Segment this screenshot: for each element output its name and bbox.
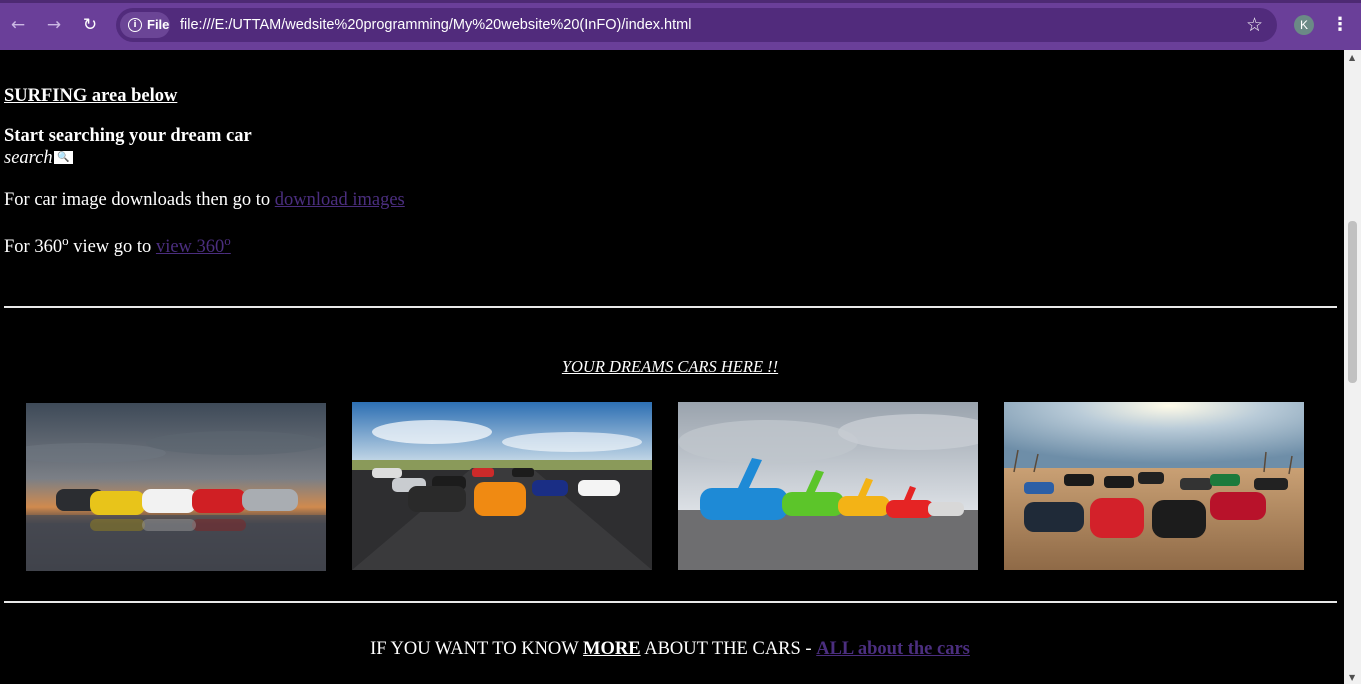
browser-toolbar: ← → ↻ i File file:///E:/UTTAM/wedsite%20p… — [0, 0, 1361, 50]
site-info-chip[interactable]: i File — [120, 12, 170, 38]
more-prefix: IF YOU WANT TO KNOW — [370, 639, 584, 659]
address-bar[interactable]: i File file:///E:/UTTAM/wedsite%20program… — [116, 8, 1277, 42]
download-line: For car image downloads then go to downl… — [4, 190, 405, 211]
vertical-scrollbar[interactable]: ▲ ▼ — [1344, 50, 1361, 684]
view360-line: For 360 o view go to view 360o — [4, 233, 231, 258]
info-icon: i — [128, 17, 142, 32]
divider-top — [4, 306, 1337, 308]
tab-strip-edge — [0, 0, 1361, 3]
scrollbar-thumb[interactable] — [1348, 221, 1357, 383]
scroll-up-arrow-icon[interactable]: ▲ — [1349, 53, 1355, 62]
view-360-link[interactable]: view 360o — [155, 233, 231, 258]
search-icon[interactable]: 🔍 — [54, 151, 73, 164]
all-about-cars-link[interactable]: ALL about the cars — [816, 639, 970, 659]
reload-icon[interactable]: ↻ — [77, 12, 103, 38]
url-scheme-label: File — [147, 17, 170, 32]
kebab-menu-icon[interactable]: ⋮ — [1330, 12, 1350, 38]
surfing-heading: SURFING area below — [4, 86, 178, 106]
view360-mid: view go to — [68, 237, 156, 258]
forward-arrow-icon[interactable]: → — [41, 12, 67, 38]
search-heading: Start searching your dream car — [4, 126, 252, 146]
url-text[interactable]: file:///E:/UTTAM/wedsite%20programming/M… — [180, 8, 691, 42]
car-image-lamborghini-row — [678, 402, 978, 570]
search-label: search — [4, 148, 53, 168]
dreams-caption: YOUR DREAMS CARS HERE !! — [561, 357, 779, 376]
more-suffix: ABOUT THE CARS - — [640, 639, 817, 659]
more-bold: MORE — [583, 639, 641, 659]
profile-avatar[interactable]: K — [1294, 15, 1314, 35]
car-image-runway — [352, 402, 652, 570]
back-arrow-icon[interactable]: ← — [5, 12, 31, 38]
scroll-down-arrow-icon[interactable]: ▼ — [1349, 673, 1355, 682]
page-viewport: SURFING area below Start searching your … — [0, 50, 1344, 684]
car-image-studio-lineup — [26, 403, 326, 571]
car-image-sunlit-lot — [1004, 402, 1304, 570]
star-icon[interactable]: ☆ — [1246, 13, 1263, 37]
divider-bottom — [4, 601, 1337, 603]
view360-prefix: For 360 — [4, 237, 63, 258]
download-prefix: For car image downloads then go to — [4, 190, 275, 210]
view-360-link-degree: o — [224, 233, 231, 248]
more-about-cars-line: IF YOU WANT TO KNOW MORE ABOUT THE CARS … — [0, 639, 1340, 660]
view-360-link-text: view 360 — [155, 237, 225, 258]
download-images-link[interactable]: download images — [275, 190, 405, 210]
